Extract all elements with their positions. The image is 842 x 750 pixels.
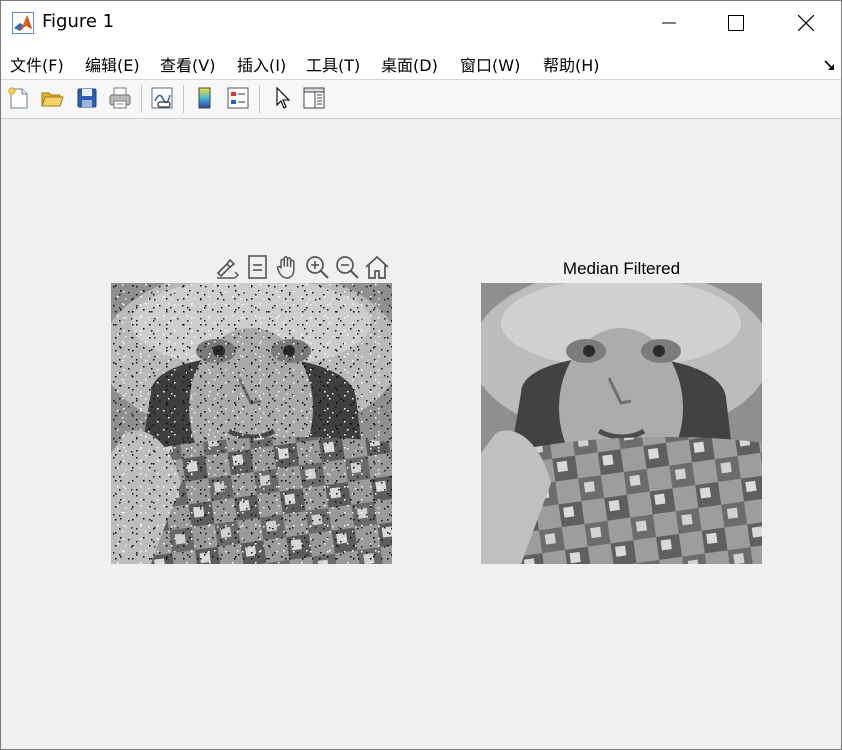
menu-help[interactable]: 帮助(H) — [543, 52, 600, 76]
dock-arrow-icon[interactable] — [824, 57, 836, 76]
open-file-icon[interactable] — [39, 85, 65, 111]
toolbar-separator — [141, 85, 142, 113]
zoom-out-icon[interactable] — [333, 253, 361, 281]
colorbar-icon[interactable] — [192, 85, 218, 111]
edit-plot-arrow-icon[interactable] — [269, 85, 295, 111]
maximize-button[interactable] — [701, 1, 771, 45]
menu-view[interactable]: 查看(V) — [160, 52, 215, 76]
noisy-image-axes[interactable] — [111, 283, 392, 564]
axes-title-median-filtered: Median Filtered — [562, 259, 681, 278]
pan-hand-icon[interactable] — [273, 253, 301, 281]
menu-window[interactable]: 窗口(W) — [460, 52, 520, 76]
new-figure-icon[interactable] — [6, 85, 32, 111]
print-icon[interactable] — [107, 85, 133, 111]
menu-insert[interactable]: 插入(I) — [237, 52, 286, 76]
noisy-portrait-image — [111, 283, 392, 564]
restore-view-home-icon[interactable] — [363, 253, 391, 281]
minimize-icon — [662, 22, 676, 24]
menu-edit[interactable]: 编辑(E) — [85, 52, 140, 76]
property-inspector-icon[interactable] — [301, 85, 327, 111]
matlab-logo-icon — [12, 12, 34, 34]
menu-tools[interactable]: 工具(T) — [306, 52, 360, 76]
title-bar[interactable]: Figure 1 — [1, 1, 841, 45]
figure-toolbar — [1, 80, 841, 119]
filtered-portrait-image — [481, 283, 762, 564]
window-title: Figure 1 — [42, 11, 115, 32]
toolbar-separator — [183, 85, 184, 113]
zoom-in-icon[interactable] — [303, 253, 331, 281]
close-button[interactable] — [771, 1, 841, 45]
datatip-icon[interactable] — [244, 253, 272, 281]
menu-file[interactable]: 文件(F) — [10, 52, 64, 76]
minimize-button[interactable] — [634, 1, 704, 45]
median-filtered-image-axes[interactable] — [481, 283, 762, 564]
close-icon — [798, 15, 814, 31]
menu-bar: 文件(F) 编辑(E) 查看(V) 插入(I) 工具(T) 桌面(D) 窗口(W… — [1, 45, 841, 80]
figure-window: Figure 1 文件(F) 编辑(E) 查看(V) 插入(I) 工具(T) 桌… — [0, 0, 842, 750]
save-icon[interactable] — [74, 85, 100, 111]
toolbar-separator — [259, 85, 260, 113]
link-plot-icon[interactable] — [149, 85, 175, 111]
brush-export-icon[interactable] — [213, 253, 241, 281]
legend-icon[interactable] — [225, 85, 251, 111]
maximize-icon — [728, 15, 744, 31]
menu-desktop[interactable]: 桌面(D) — [381, 52, 438, 76]
